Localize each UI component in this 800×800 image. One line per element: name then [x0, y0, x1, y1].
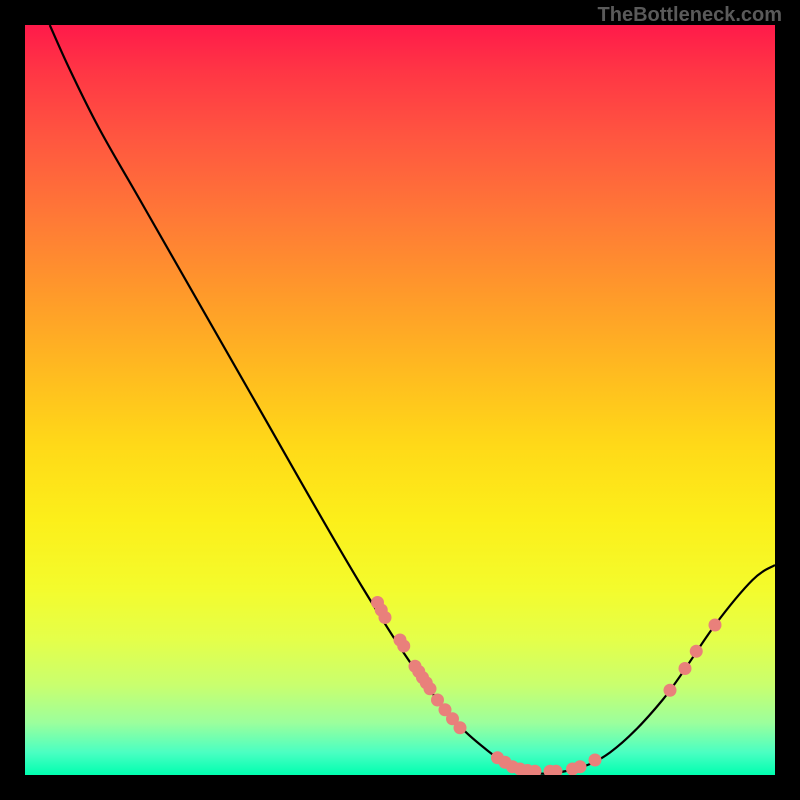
data-point [379, 611, 392, 624]
data-point [690, 645, 703, 658]
data-points-group [371, 596, 722, 775]
data-point [709, 619, 722, 632]
watermark-text: TheBottleneck.com [598, 4, 782, 27]
chart-svg [25, 25, 775, 775]
data-point [679, 662, 692, 675]
data-point [664, 684, 677, 697]
data-point [574, 760, 587, 773]
data-point [424, 682, 437, 695]
data-point [589, 754, 602, 767]
plot-area [25, 25, 775, 775]
data-point [454, 721, 467, 734]
data-point [397, 640, 410, 653]
